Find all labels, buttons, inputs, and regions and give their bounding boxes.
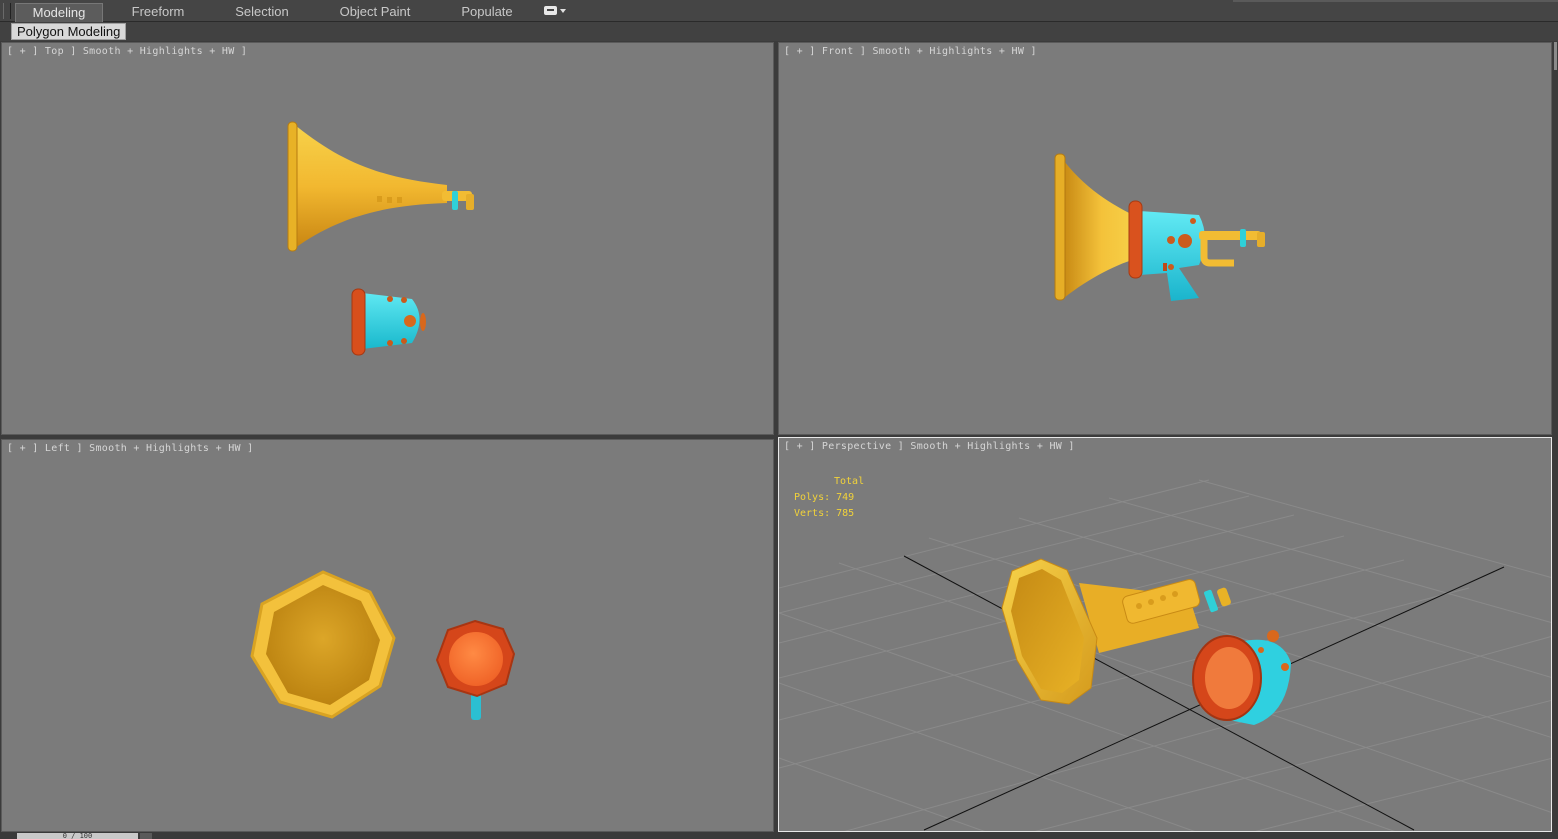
horn-model <box>287 121 474 252</box>
viewport-label-top[interactable]: [ + ] Top ] Smooth + Highlights + HW ] <box>7 46 247 57</box>
home-grid <box>779 479 1551 831</box>
stats-title: Total <box>834 476 865 487</box>
polygon-modeling-panel-button[interactable]: Polygon Modeling <box>11 23 127 40</box>
stats-verts: Verts: 785 <box>794 508 855 519</box>
right-scrollbar[interactable] <box>1553 42 1558 832</box>
tab-selection[interactable]: Selection <box>224 3 300 22</box>
blaster-body-model <box>351 288 426 356</box>
viewport-label-left[interactable]: [ + ] Left ] Smooth + Highlights + HW ] <box>7 443 254 454</box>
chevron-down-icon <box>560 9 566 13</box>
tab-populate[interactable]: Populate <box>452 3 522 22</box>
time-bar <box>0 832 1558 839</box>
time-slider-next-arrow[interactable] <box>140 833 152 839</box>
viewport-top[interactable]: [ + ] Top ] Smooth + Highlights + HW ] <box>1 42 774 435</box>
ribbon-divider <box>1233 0 1558 2</box>
time-slider[interactable]: 0 / 100 <box>17 833 138 839</box>
tab-object-paint[interactable]: Object Paint <box>330 3 420 22</box>
viewport-front[interactable]: [ + ] Front ] Smooth + Highlights + HW ] <box>778 42 1552 435</box>
front-horn-model <box>1054 153 1139 301</box>
left-horn-model <box>250 570 396 719</box>
viewport-label-front[interactable]: [ + ] Front ] Smooth + Highlights + HW ] <box>784 46 1037 57</box>
left-blaster-model <box>435 619 516 720</box>
front-blaster-model <box>1128 200 1265 301</box>
tab-modeling[interactable]: Modeling <box>15 3 103 22</box>
viewport-label-perspective[interactable]: [ + ] Perspective ] Smooth + Highlights … <box>784 441 1075 452</box>
left-view-scene <box>250 570 516 720</box>
ribbon-options-icon <box>544 6 557 15</box>
ribbon-grip-handle[interactable] <box>3 3 11 19</box>
perspective-view-scene <box>779 479 1551 831</box>
top-view-scene <box>287 121 474 356</box>
scrollbar-thumb[interactable] <box>1554 42 1557 70</box>
ribbon-tab-bar: Modeling Freeform Selection Object Paint… <box>0 0 1558 22</box>
tab-freeform[interactable]: Freeform <box>118 3 198 22</box>
viewport-left[interactable]: [ + ] Left ] Smooth + Highlights + HW ] <box>1 439 774 832</box>
front-view-scene <box>1054 153 1265 301</box>
viewport-perspective[interactable]: [ + ] Perspective ] Smooth + Highlights … <box>778 437 1552 832</box>
stats-polys: Polys: 749 <box>794 492 855 503</box>
perspective-blaster-model <box>1192 630 1291 725</box>
ribbon-options-dropdown[interactable] <box>544 6 566 17</box>
ribbon-panel-bar: Polygon Modeling <box>0 22 1558 41</box>
scene-statistics: Total Polys: 749 Verts: 785 <box>794 474 864 522</box>
